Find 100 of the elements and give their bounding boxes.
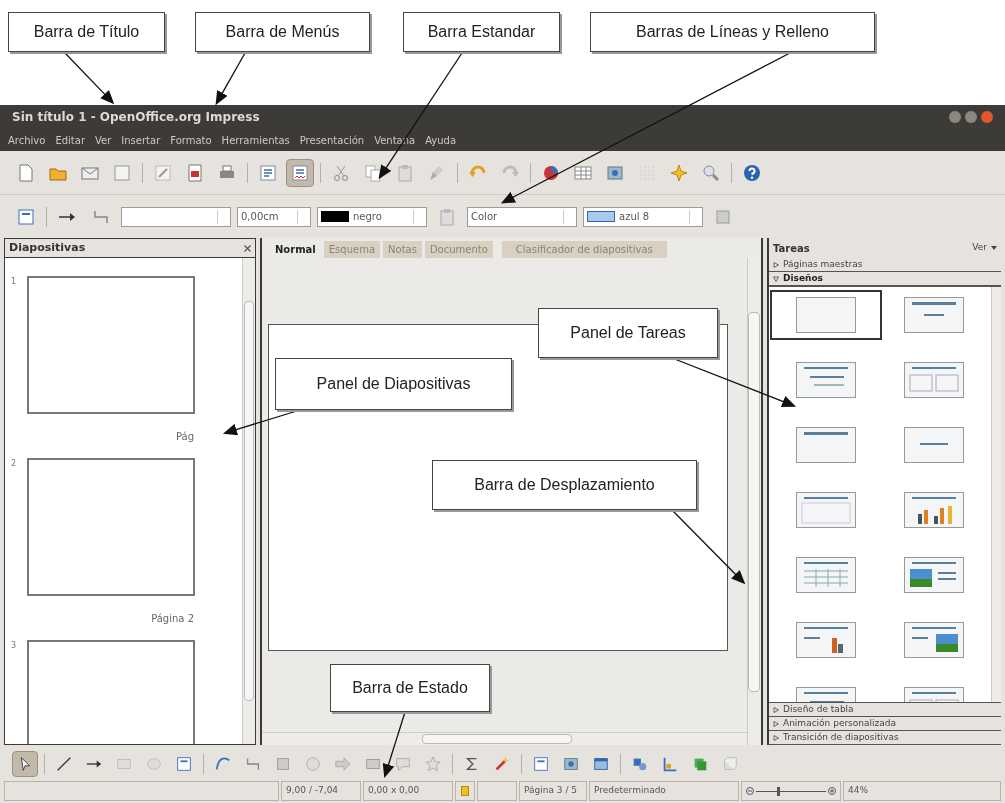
window-title: Sin título 1 - OpenOffice.org Impress — [12, 109, 260, 126]
callout-label: Barra de Título — [8, 12, 165, 52]
section-header[interactable]: Diseño de tabla — [769, 703, 1001, 717]
master-page-name: Predeterminado — [589, 781, 739, 801]
callout-label: Barras de Líneas y Relleno — [590, 12, 875, 52]
cube-icon — [721, 755, 739, 773]
frame-icon — [175, 755, 193, 773]
callout-icon — [394, 755, 412, 773]
close-icon[interactable] — [244, 244, 251, 252]
layout-thumbnail — [904, 492, 964, 528]
curve-icon — [214, 755, 232, 773]
maximize-button[interactable] — [965, 111, 977, 123]
layout-thumbnail — [904, 557, 964, 593]
status-field — [477, 781, 517, 801]
layout-thumbnail — [796, 362, 856, 398]
document-wave-button[interactable] — [286, 158, 314, 187]
slide-caption: Pág — [175, 429, 194, 444]
field-value: negro — [353, 210, 383, 224]
zoom-percentage: 44% — [843, 781, 1001, 801]
size-readout: 0,00 x 0,00 — [363, 781, 453, 801]
slide-caption: Página 2 — [151, 611, 194, 626]
field-value: 0,00cm — [241, 210, 280, 224]
view-menu[interactable]: Ver — [972, 241, 987, 255]
field-value: Color — [471, 210, 499, 224]
menu-item[interactable]: Ayuda — [425, 132, 457, 148]
layout-thumbnail — [796, 492, 856, 528]
close-button[interactable] — [981, 111, 993, 123]
caret-icon — [991, 246, 997, 250]
help-icon — [742, 162, 762, 183]
page-icon — [185, 162, 205, 183]
section-title: Animación personalizada — [783, 716, 896, 730]
vertical-scrollbar[interactable] — [747, 258, 761, 745]
callout-label: Barra de Desplazamiento — [432, 460, 697, 510]
page-icon — [16, 162, 36, 183]
clipboard-icon — [437, 206, 457, 227]
menu-item[interactable]: Ver — [95, 132, 112, 148]
window-icon — [592, 755, 610, 773]
fill-color-dropdown[interactable]: azul 8 — [583, 206, 703, 227]
layout-thumbnail — [904, 622, 964, 658]
section-title: Transición de diapositivas — [783, 730, 899, 744]
horizontal-scrollbar[interactable] — [262, 732, 747, 745]
slide-number: 3 — [11, 640, 18, 652]
scroll-thumb[interactable] — [748, 311, 760, 692]
layout-thumbnail — [796, 297, 856, 333]
menu-item[interactable]: Ventana — [374, 132, 416, 148]
scrollbar[interactable] — [991, 287, 1001, 702]
layout-thumbnail — [904, 297, 964, 333]
compass-icon — [669, 162, 689, 183]
block-arrow-icon — [334, 755, 352, 773]
callout-label: Panel de Tareas — [538, 308, 718, 358]
document-wave-icon — [290, 162, 310, 183]
panel-title: Tareas — [773, 241, 810, 256]
field-value: azul 8 — [619, 210, 651, 224]
zoom-in-button[interactable] — [828, 787, 836, 795]
layout-option[interactable] — [770, 290, 882, 340]
pointer-button[interactable] — [12, 751, 38, 777]
star-icon — [424, 755, 442, 773]
scroll-thumb[interactable] — [422, 734, 572, 744]
callout-label: Barra Estandar — [403, 12, 560, 52]
section-header[interactable]: Transición de diapositivas — [769, 731, 1001, 745]
position-readout: 9,00 / -7,04 — [281, 781, 361, 801]
slide-thumbnail[interactable] — [27, 640, 195, 744]
menu-item[interactable]: Presentación — [299, 132, 365, 148]
frame-icon — [532, 755, 550, 773]
minimize-button[interactable] — [949, 111, 961, 123]
section-header[interactable]: Animación personalizada — [769, 717, 1001, 731]
layout-thumbnail — [904, 427, 964, 463]
color-swatch — [321, 211, 349, 222]
line-icon — [55, 755, 73, 773]
scrollbar[interactable] — [242, 258, 255, 744]
line-color-dropdown[interactable]: negro — [317, 206, 427, 227]
menu-item[interactable]: Insertar — [121, 132, 161, 148]
document-icon — [461, 786, 469, 796]
clipboard-icon — [395, 162, 415, 183]
slide-thumbnail[interactable] — [27, 458, 195, 596]
line-style-dropdown[interactable] — [121, 206, 231, 227]
wand-icon — [493, 755, 511, 773]
frame-icon — [16, 206, 36, 227]
callout-label: Barra de Estado — [330, 664, 490, 712]
menu-item[interactable]: Formato — [170, 132, 212, 148]
section-title: Páginas maestras — [783, 257, 863, 271]
menu-item[interactable]: Herramientas — [221, 132, 290, 148]
callout-label: Panel de Diapositivas — [275, 358, 512, 410]
slider-thumb[interactable] — [777, 786, 780, 796]
zoom-out-button[interactable] — [746, 787, 754, 795]
ellipse-icon — [145, 755, 163, 773]
menu-item[interactable]: Editar — [55, 132, 85, 148]
section-title: Diseño de tabla — [783, 702, 854, 716]
menu-item[interactable]: Archivo — [8, 132, 46, 148]
line-width-field[interactable]: 0,00cm — [237, 206, 311, 227]
page-indicator: Página 3 / 5 — [519, 781, 587, 801]
section-header[interactable]: Páginas maestras — [769, 258, 1001, 272]
scroll-thumb[interactable] — [244, 301, 254, 701]
magnifier-icon — [701, 162, 721, 183]
align-icon — [661, 755, 679, 773]
document-lines-icon — [258, 162, 278, 183]
square-icon — [274, 755, 292, 773]
slide-number: 1 — [11, 276, 18, 288]
area-style-dropdown[interactable]: Color — [467, 206, 577, 227]
slide-thumbnail[interactable] — [27, 276, 195, 414]
